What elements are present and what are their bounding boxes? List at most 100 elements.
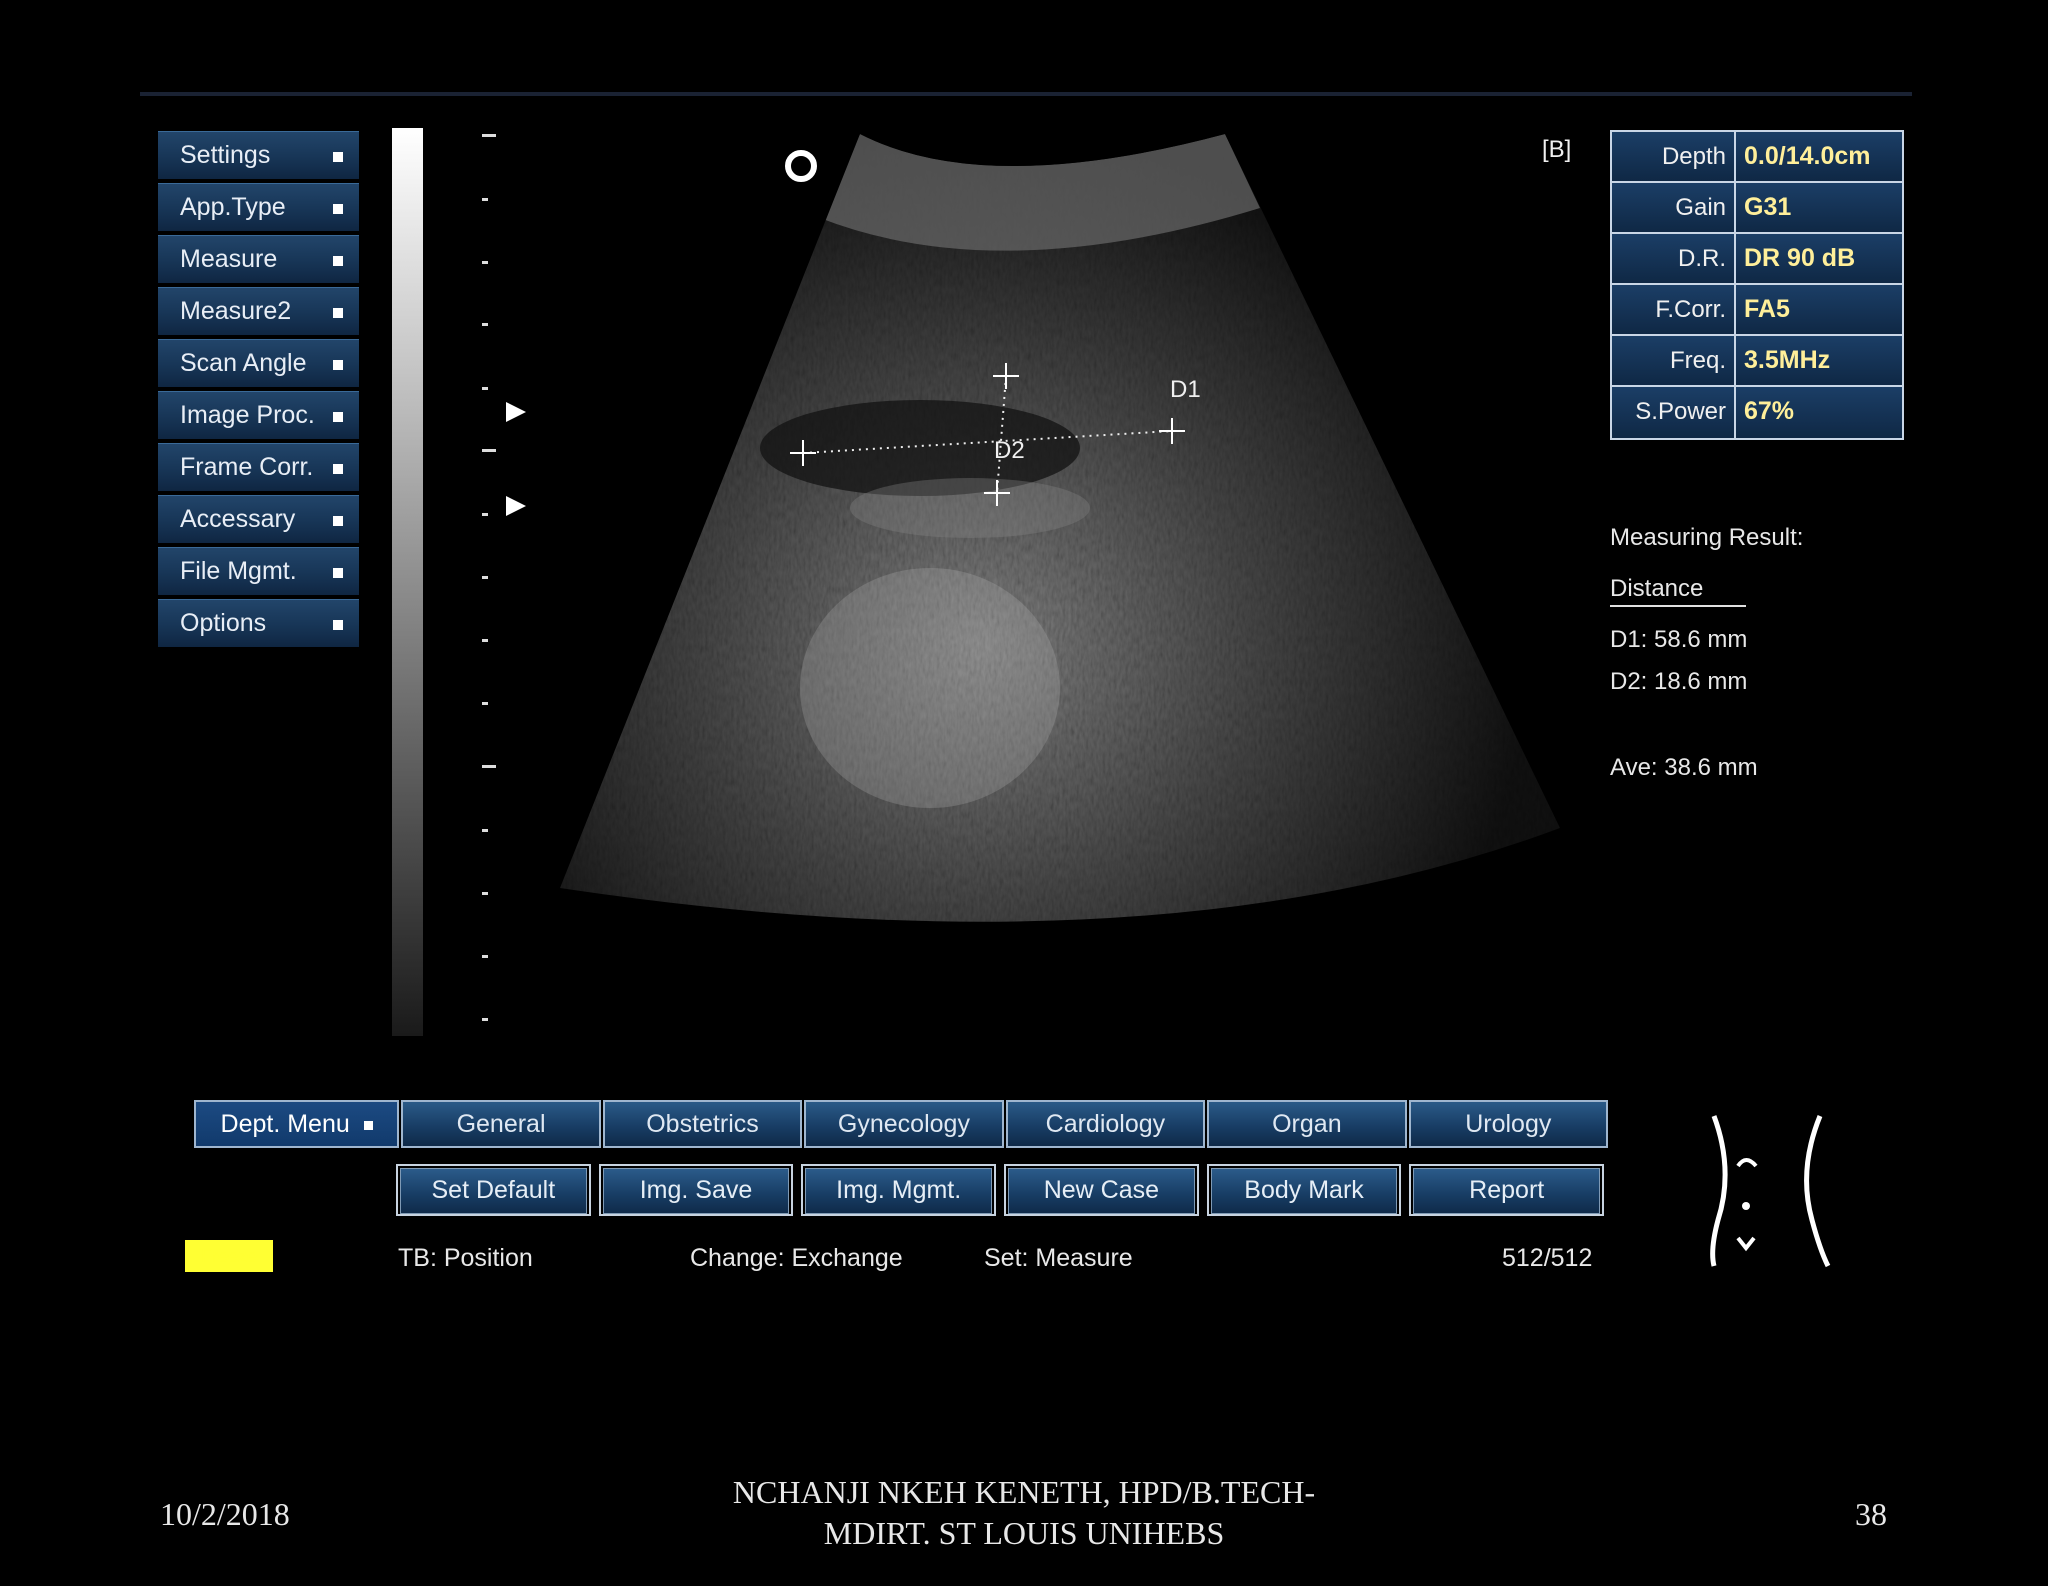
menu-indicator-icon	[333, 412, 343, 422]
menu-item-options[interactable]: Options	[158, 599, 359, 647]
menu-indicator-icon	[333, 308, 343, 318]
footer-author: NCHANJI NKEH KENETH, HPD/B.TECH- MDIRT. …	[624, 1472, 1424, 1554]
depth-tick	[482, 1018, 488, 1021]
footer-author-line1: NCHANJI NKEH KENETH, HPD/B.TECH-	[732, 1474, 1316, 1510]
dept-obstetrics-button[interactable]: Obstetrics	[602, 1100, 803, 1148]
param-key: S.Power	[1612, 387, 1736, 438]
menu-item-settings[interactable]: Settings	[158, 131, 359, 179]
param-key: Depth	[1612, 132, 1736, 181]
status-tb: TB: Position	[398, 1244, 533, 1272]
depth-tick	[482, 829, 488, 832]
footer-page-number: 38	[1855, 1496, 1887, 1532]
footer-date: 10/2/2018	[160, 1496, 290, 1532]
dept-general-button[interactable]: General	[401, 1100, 601, 1148]
body-mark-icon[interactable]	[1700, 1110, 1840, 1280]
depth-tick	[482, 576, 488, 579]
function-bar: Set Default Img. Save Img. Mgmt. New Cas…	[396, 1164, 1605, 1216]
menu-item-accessary[interactable]: Accessary	[158, 495, 359, 543]
ultrasound-image[interactable]	[560, 128, 1560, 1068]
menu-indicator-icon	[333, 256, 343, 266]
dept-menu-bar: Dept. Menu General Obstetrics Gynecology…	[194, 1100, 1610, 1148]
menu-item-file-mgmt[interactable]: File Mgmt.	[158, 547, 359, 595]
focus-marker-icon[interactable]	[504, 400, 528, 424]
top-divider	[140, 92, 1912, 96]
depth-tick	[482, 702, 488, 705]
menu-item-label: App.Type	[180, 193, 286, 221]
param-value: G31	[1736, 183, 1902, 232]
menu-item-scan-angle[interactable]: Scan Angle	[158, 339, 359, 387]
menu-item-label: Frame Corr.	[180, 453, 314, 481]
menu-item-label: Image Proc.	[180, 401, 315, 429]
param-row-spower[interactable]: S.Power 67%	[1612, 387, 1902, 438]
focus-marker-icon[interactable]	[504, 494, 528, 518]
depth-tick	[482, 513, 488, 516]
menu-item-label: Accessary	[180, 505, 296, 533]
set-default-button[interactable]: Set Default	[396, 1164, 591, 1216]
mode-label: [B]	[1542, 136, 1572, 163]
param-value: FA5	[1736, 285, 1902, 334]
depth-tick-major	[482, 134, 496, 137]
depth-tick	[482, 639, 488, 642]
menu-indicator-icon	[333, 360, 343, 370]
img-mgmt-button[interactable]: Img. Mgmt.	[801, 1164, 997, 1216]
button-label: Body Mark	[1210, 1168, 1398, 1214]
menu-indicator-icon	[333, 204, 343, 214]
depth-tick	[482, 955, 488, 958]
dept-cardiology-button[interactable]: Cardiology	[1005, 1100, 1206, 1148]
menu-item-measure[interactable]: Measure	[158, 235, 359, 283]
result-average: Ave: 38.6 mm	[1610, 754, 1758, 781]
depth-tick-major	[482, 765, 496, 768]
button-label: Report	[1413, 1168, 1601, 1214]
dept-menu-button[interactable]: Dept. Menu	[194, 1100, 400, 1148]
param-value: 67%	[1736, 387, 1902, 438]
menu-item-measure2[interactable]: Measure2	[158, 287, 359, 335]
button-label: Set Default	[400, 1168, 587, 1214]
dept-gynecology-button[interactable]: Gynecology	[804, 1100, 1004, 1148]
param-row-depth[interactable]: Depth 0.0/14.0cm	[1612, 132, 1902, 183]
dept-menu-label: Dept. Menu	[220, 1110, 350, 1138]
param-value: 0.0/14.0cm	[1736, 132, 1902, 181]
dept-urology-button[interactable]: Urology	[1408, 1100, 1609, 1148]
param-row-freq[interactable]: Freq. 3.5MHz	[1612, 336, 1902, 387]
freeze-indicator[interactable]: Freeze	[185, 1240, 273, 1272]
depth-tick	[482, 323, 488, 326]
body-mark-button[interactable]: Body Mark	[1206, 1164, 1402, 1216]
param-row-fcorr[interactable]: F.Corr. FA5	[1612, 285, 1902, 336]
marker-d1-label: D1	[1170, 376, 1201, 403]
result-d2: D2: 18.6 mm	[1610, 668, 1748, 695]
depth-tick	[482, 892, 488, 895]
side-menu: Settings App.Type Measure Measure2 Scan …	[158, 131, 359, 651]
depth-tick-major	[482, 449, 496, 452]
menu-item-label: Settings	[180, 141, 271, 169]
results-title: Measuring Result:	[1610, 524, 1804, 551]
status-change: Change: Exchange	[690, 1244, 903, 1272]
menu-item-frame-corr[interactable]: Frame Corr.	[158, 443, 359, 491]
result-d1: D1: 58.6 mm	[1610, 626, 1748, 653]
param-value: 3.5MHz	[1736, 336, 1902, 385]
param-row-gain[interactable]: Gain G31	[1612, 183, 1902, 234]
menu-item-label: File Mgmt.	[180, 557, 297, 585]
status-set: Set: Measure	[984, 1244, 1133, 1272]
menu-item-image-proc[interactable]: Image Proc.	[158, 391, 359, 439]
menu-item-label: Measure	[180, 245, 278, 273]
status-frame-count: 512/512	[1502, 1244, 1593, 1272]
menu-indicator-icon	[363, 1120, 373, 1130]
menu-item-label: Options	[180, 609, 267, 637]
menu-item-label: Measure2	[180, 297, 292, 325]
report-button[interactable]: Report	[1409, 1164, 1605, 1216]
menu-item-label: Scan Angle	[180, 349, 307, 377]
img-save-button[interactable]: Img. Save	[598, 1164, 794, 1216]
param-key: Gain	[1612, 183, 1736, 232]
param-row-dr[interactable]: D.R. DR 90 dB	[1612, 234, 1902, 285]
menu-item-app-type[interactable]: App.Type	[158, 183, 359, 231]
menu-indicator-icon	[333, 620, 343, 630]
menu-indicator-icon	[333, 464, 343, 474]
button-label: Img. Save	[602, 1168, 790, 1214]
param-value: DR 90 dB	[1736, 234, 1902, 283]
new-case-button[interactable]: New Case	[1004, 1164, 1199, 1216]
menu-indicator-icon	[333, 516, 343, 526]
depth-tick	[482, 198, 488, 201]
param-key: Freq.	[1612, 336, 1736, 385]
depth-tick	[482, 387, 488, 390]
dept-organ-button[interactable]: Organ	[1207, 1100, 1407, 1148]
